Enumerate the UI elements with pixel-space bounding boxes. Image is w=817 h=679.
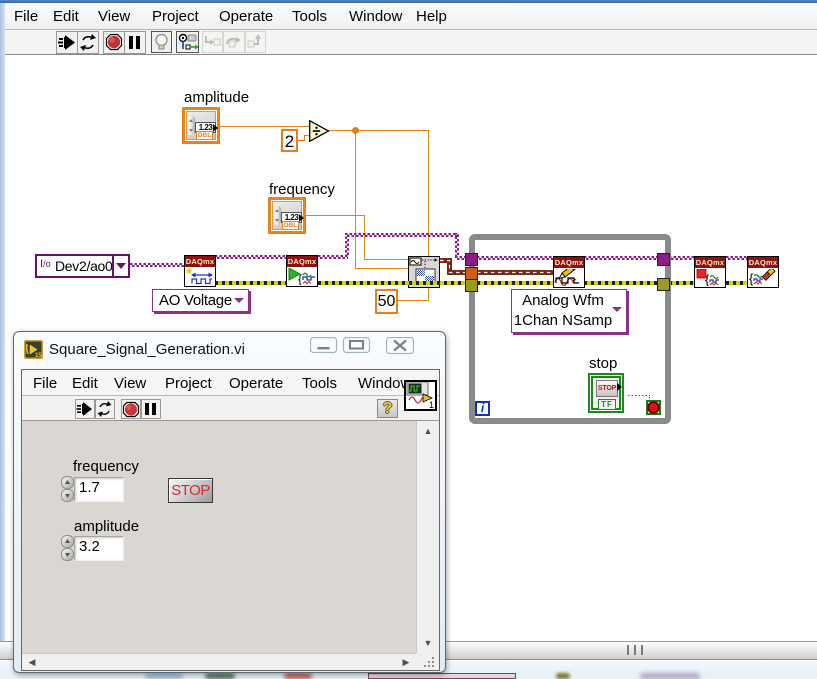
svg-text:{: { bbox=[749, 271, 754, 286]
svg-text:1: 1 bbox=[429, 400, 434, 409]
svg-text:{: { bbox=[298, 272, 302, 285]
svg-text:{: { bbox=[705, 272, 710, 286]
svg-text:15: 15 bbox=[35, 353, 42, 359]
